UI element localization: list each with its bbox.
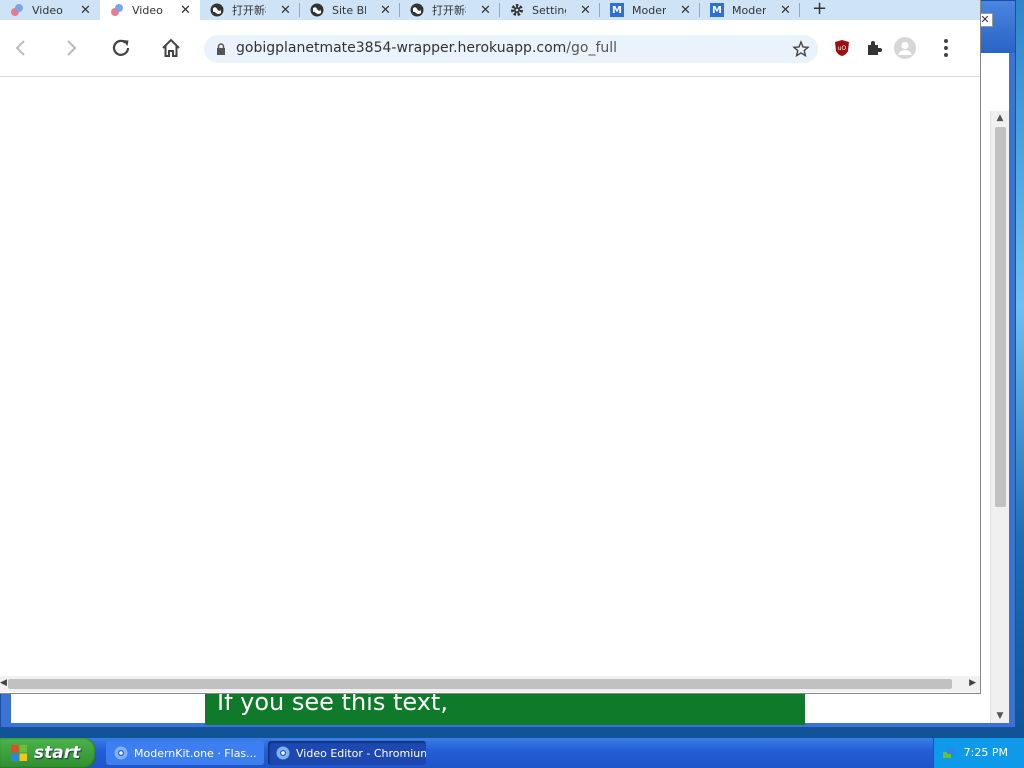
- reload-icon: [112, 39, 130, 56]
- tab-title: ModernKit: [632, 3, 666, 17]
- url-path: /go_full: [566, 40, 618, 56]
- tab-title: 打开新标签页: [432, 4, 466, 17]
- tab-new-tab-2[interactable]: 打开新标签页 ✕: [400, 0, 500, 20]
- video-editor-icon: [10, 3, 24, 17]
- menu-button[interactable]: [934, 36, 958, 60]
- bookmark-star-icon[interactable]: [792, 40, 810, 58]
- taskbar-item-label: ModernKit.one · Flas...: [134, 746, 257, 760]
- horizontal-scrollbar[interactable]: ◀ ▶: [0, 676, 980, 692]
- forward-button[interactable]: [59, 36, 83, 60]
- tab-title: Video Editor: [32, 3, 66, 17]
- new-tab-button[interactable]: +: [812, 0, 827, 19]
- ublock-origin-icon: uO: [835, 40, 849, 56]
- start-button[interactable]: start: [0, 738, 96, 768]
- tab-site-blocker[interactable]: Site Blocker ✕: [300, 0, 400, 20]
- scroll-up-arrow-icon[interactable]: ▲: [991, 111, 1009, 125]
- tab-title: Settings: [532, 3, 566, 17]
- tab-close-icon[interactable]: ✕: [180, 3, 191, 18]
- scrollbar-thumb[interactable]: [995, 127, 1006, 507]
- chromium-icon: [276, 746, 290, 760]
- tab-close-icon[interactable]: ✕: [580, 3, 591, 18]
- tab-modernkit-2[interactable]: M ModernKit ✕: [700, 0, 800, 20]
- tab-settings[interactable]: Settings ✕: [500, 0, 600, 20]
- tab-strip: Video Editor ✕ Video Editor ✕ 打开新标签页 ✕ S…: [0, 0, 980, 20]
- tab-close-icon[interactable]: ✕: [680, 3, 691, 18]
- tab-title: Video Editor: [132, 3, 166, 17]
- arrow-right-icon: [67, 40, 77, 56]
- person-icon: [898, 41, 912, 55]
- tab-title: ModernKit: [732, 3, 766, 17]
- back-button[interactable]: [9, 36, 33, 60]
- system-tray: 7:25 PM: [933, 738, 1024, 768]
- video-editor-icon: [110, 3, 124, 17]
- url-text[interactable]: gobigplanetmate3854-wrapper.herokuapp.co…: [236, 40, 617, 56]
- address-bar[interactable]: gobigplanetmate3854-wrapper.herokuapp.co…: [204, 35, 818, 63]
- tab-close-icon[interactable]: ✕: [480, 3, 491, 18]
- taskbar: start ModernKit.one · Flas... Video Edit…: [0, 738, 1024, 768]
- extensions-button[interactable]: [862, 36, 886, 60]
- tab-close-icon[interactable]: ✕: [380, 3, 391, 18]
- start-label: start: [34, 743, 81, 763]
- home-icon: [162, 38, 180, 57]
- globe-icon: [410, 3, 424, 17]
- browser-toolbar: gobigplanetmate3854-wrapper.herokuapp.co…: [0, 20, 980, 77]
- scroll-down-arrow-icon[interactable]: ▼: [991, 709, 1009, 723]
- chromium-icon: [114, 746, 128, 760]
- taskbar-item-label: Video Editor - Chromium: [296, 746, 426, 760]
- tab-close-icon[interactable]: ✕: [80, 3, 91, 18]
- network-icon[interactable]: [942, 746, 956, 760]
- reload-button[interactable]: [109, 36, 133, 60]
- clock[interactable]: 7:25 PM: [964, 746, 1008, 759]
- tab-video-editor-1[interactable]: Video Editor ✕: [0, 0, 100, 20]
- more-vert-icon: [944, 39, 948, 57]
- ublock-origin-button[interactable]: uO: [830, 36, 854, 60]
- globe-icon: [310, 3, 324, 17]
- gear-icon: [510, 3, 524, 17]
- globe-icon: [210, 3, 224, 17]
- tab-close-icon[interactable]: ✕: [780, 3, 791, 18]
- windows-logo-icon: [11, 745, 27, 761]
- scroll-left-arrow-icon[interactable]: ◀: [0, 678, 7, 688]
- url-domain: gobigplanetmate3854-wrapper.herokuapp.co…: [236, 40, 567, 56]
- home-button[interactable]: [159, 36, 183, 60]
- taskbar-item-modernkit[interactable]: ModernKit.one · Flas...: [106, 741, 264, 765]
- tab-modernkit-1[interactable]: M ModernKit ✕: [600, 0, 700, 20]
- m-icon: M: [710, 3, 724, 17]
- tab-new-tab-1[interactable]: 打开新标签页 ✕: [200, 0, 300, 20]
- m-icon: M: [610, 3, 624, 17]
- taskbar-item-video-editor[interactable]: Video Editor - Chromium: [268, 741, 426, 765]
- tab-video-editor-2[interactable]: Video Editor ✕: [100, 0, 200, 20]
- tab-separator: [799, 3, 800, 17]
- scroll-right-arrow-icon[interactable]: ▶: [969, 678, 976, 688]
- tab-title: Site Blocker: [332, 3, 366, 17]
- profile-avatar[interactable]: [894, 37, 916, 59]
- background-vertical-scrollbar[interactable]: ▲ ▼: [990, 111, 1009, 723]
- page-content: [0, 77, 980, 676]
- svg-text:uO: uO: [838, 45, 847, 52]
- tab-close-icon[interactable]: ✕: [280, 3, 291, 18]
- browser-window: Video Editor ✕ Video Editor ✕ 打开新标签页 ✕ S…: [0, 0, 981, 694]
- lock-icon: [217, 43, 225, 55]
- tab-title: 打开新标签页: [232, 4, 266, 17]
- arrow-left-icon: [15, 40, 25, 56]
- scrollbar-thumb[interactable]: [8, 679, 952, 689]
- puzzle-icon: [868, 41, 882, 55]
